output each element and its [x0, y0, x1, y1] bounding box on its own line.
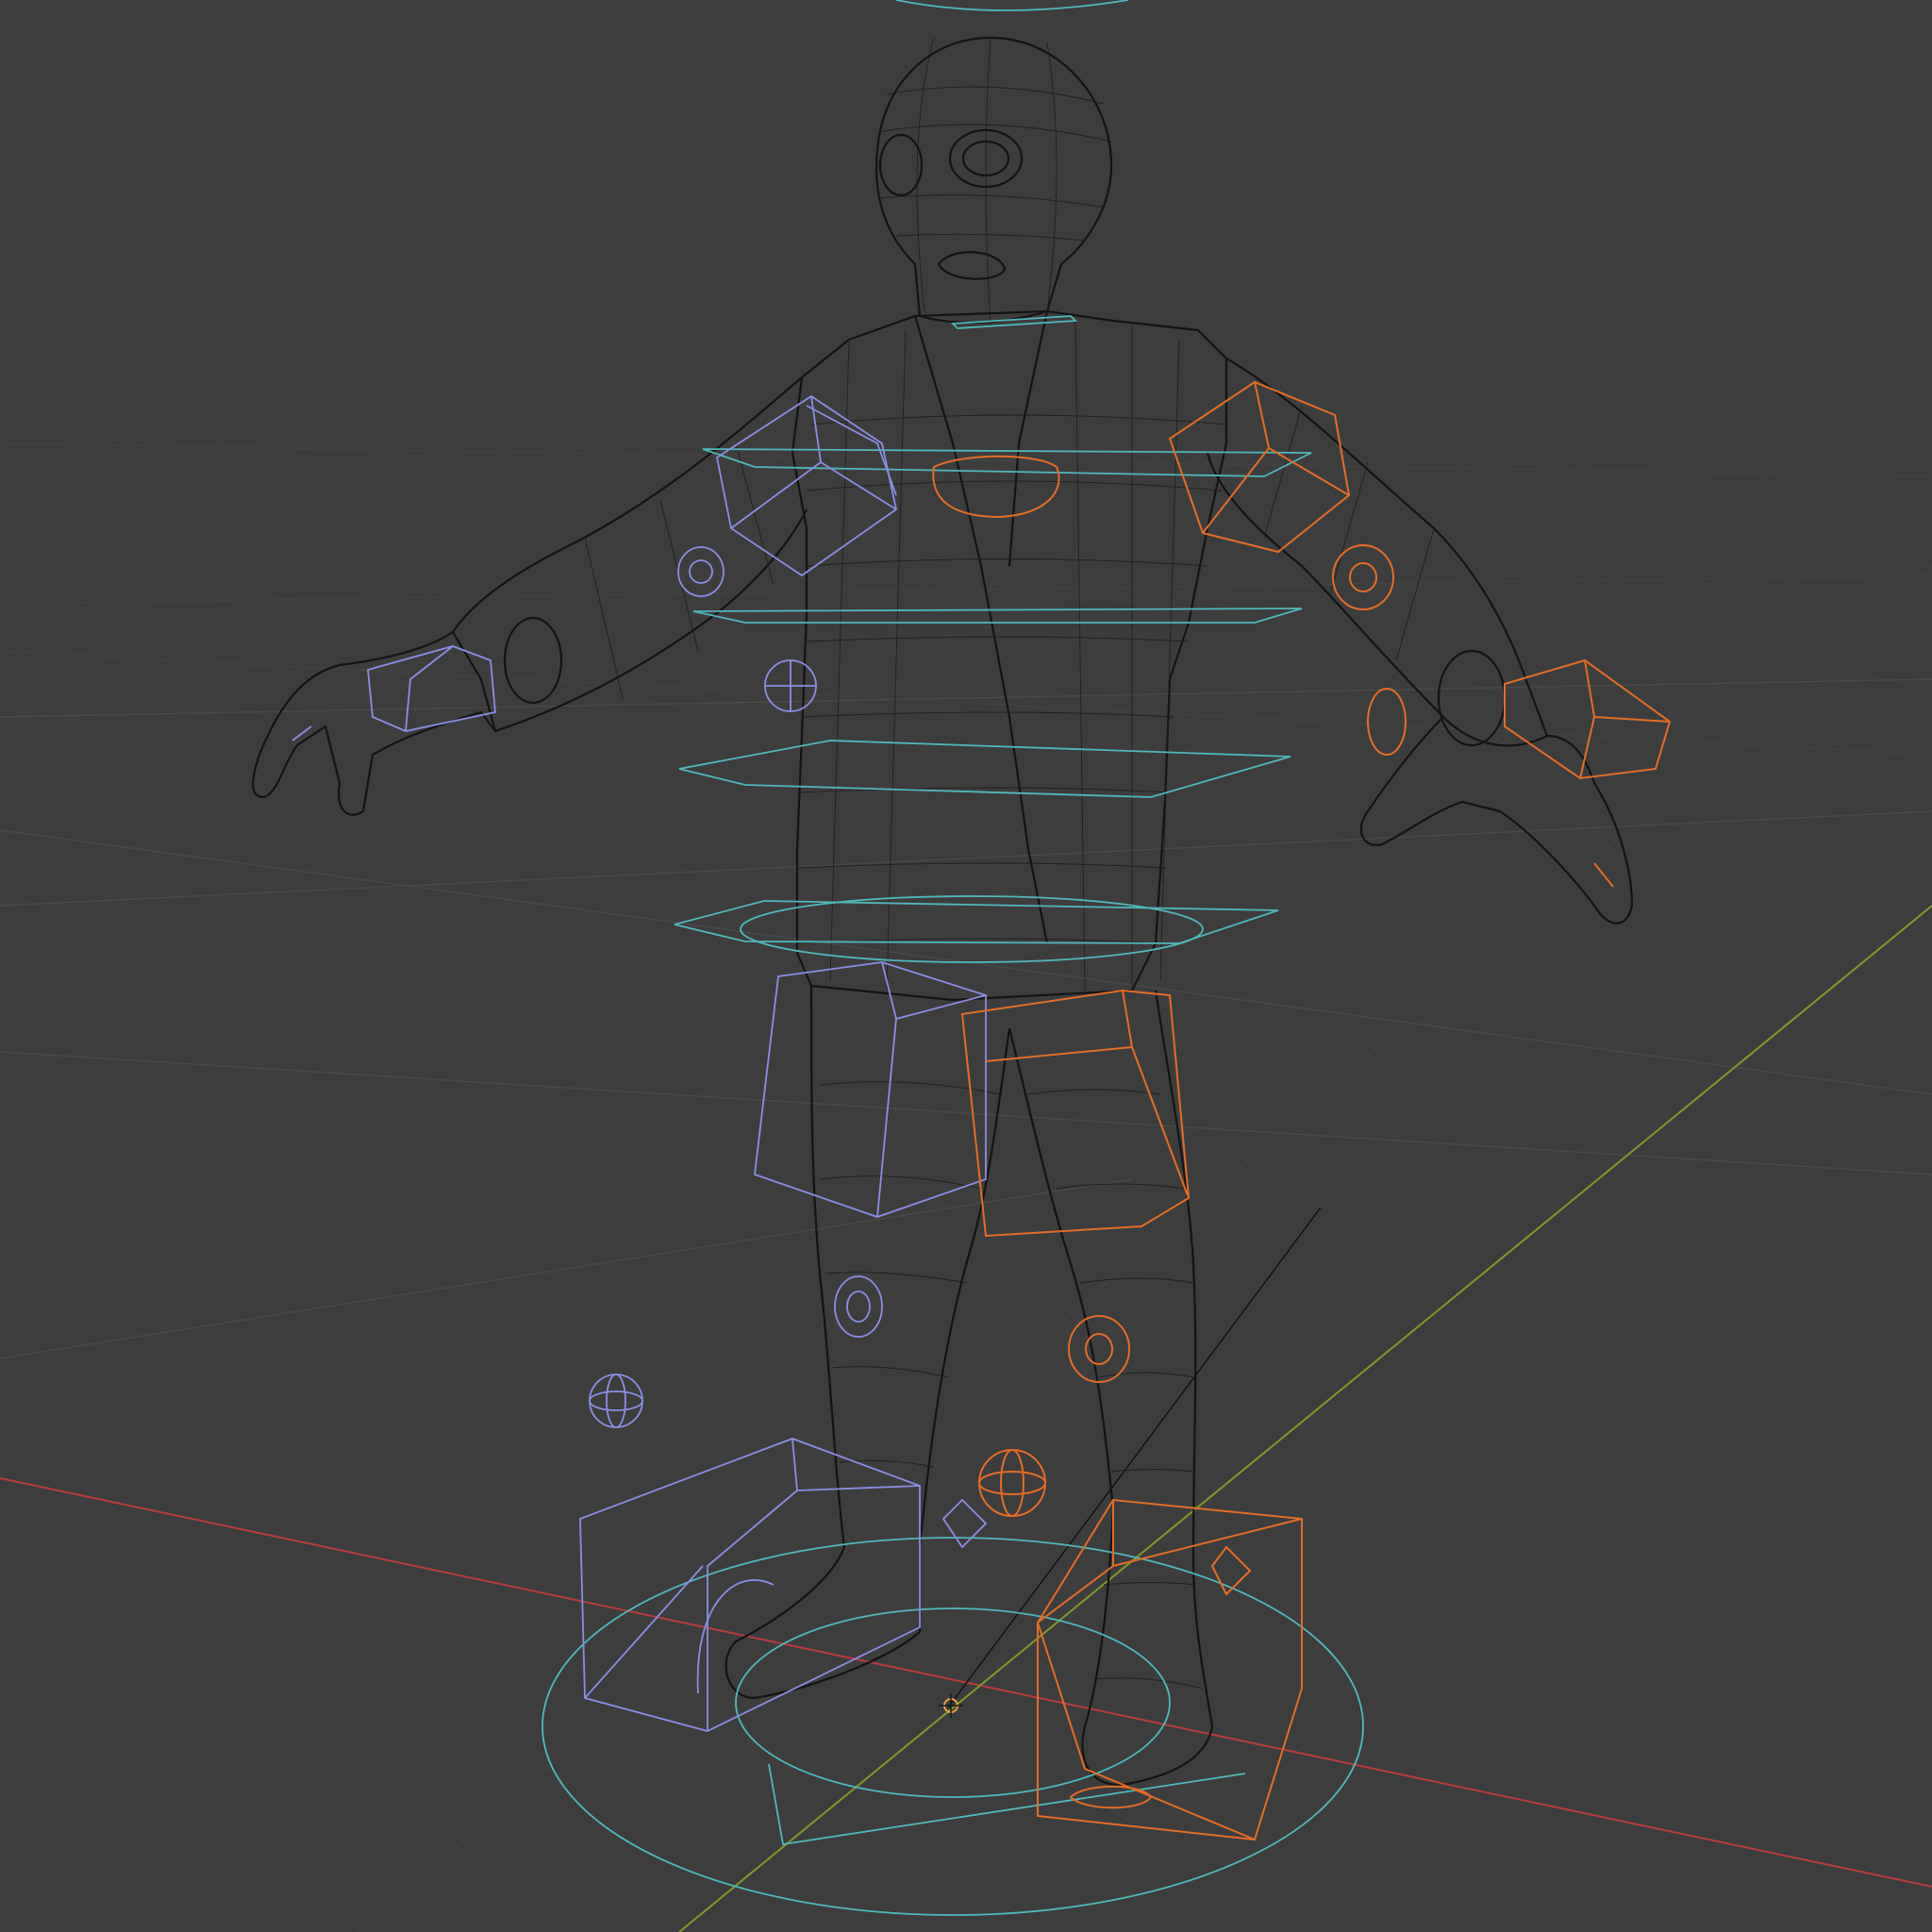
root-arrow-control[interactable]	[768, 1763, 1246, 1846]
ik-left-target-ring-v[interactable]	[606, 1374, 626, 1428]
character-mesh[interactable]	[252, 36, 1634, 1786]
hand-left	[252, 631, 496, 816]
hips-control[interactable]	[674, 900, 1279, 944]
spine-controls[interactable]	[541, 315, 1364, 1916]
ik-right-target-ring[interactable]	[978, 1471, 1046, 1495]
leg-left-outline	[724, 985, 1011, 1700]
knee-left-pole[interactable]	[834, 1275, 883, 1338]
elbow-left-pole-inner[interactable]	[689, 559, 713, 584]
eye-socket-right	[878, 133, 924, 197]
right-side-controls[interactable]	[932, 380, 1672, 1841]
torso-ring-control[interactable]	[740, 895, 1204, 963]
wrist-left	[503, 616, 563, 705]
elbow-left-pole[interactable]	[677, 546, 724, 597]
spine-upper-control[interactable]	[692, 608, 1303, 624]
knee-left-pole-inner[interactable]	[846, 1291, 871, 1323]
shoulder-right-control[interactable]	[1168, 380, 1351, 554]
floor-grid	[0, 442, 1932, 1932]
ik-right-target[interactable]	[978, 1449, 1046, 1517]
heel-left-control[interactable]	[696, 1579, 774, 1694]
knee-right-pole[interactable]	[1068, 1315, 1130, 1383]
head-top-control[interactable]	[895, 0, 1129, 11]
head-outline	[875, 36, 1113, 325]
elbow-right-pole[interactable]	[1332, 544, 1394, 610]
chest-right-control[interactable]	[932, 455, 1060, 519]
elbow-right-pole-inner[interactable]	[1349, 562, 1377, 592]
thigh-right-control[interactable]	[960, 989, 1191, 1238]
left-side-controls[interactable]	[291, 394, 988, 1732]
jacket-lapel-right	[1008, 310, 1049, 567]
ik-left-target-ring[interactable]	[589, 1391, 643, 1411]
foot-right-control[interactable]	[1037, 1498, 1303, 1841]
leg-right-outline	[1008, 990, 1214, 1786]
jacket-lapel	[913, 315, 1049, 944]
spine-mid-control[interactable]	[678, 740, 1291, 798]
hand-right	[1359, 716, 1634, 924]
knee-right-pole-inner[interactable]	[1085, 1333, 1113, 1365]
wrist-right-ring[interactable]	[1367, 688, 1407, 756]
heel-right-control[interactable]	[1069, 1785, 1153, 1809]
viewport-scene[interactable]	[0, 0, 1932, 1932]
mesh-wire-detail	[584, 37, 1435, 1690]
wrist-right-control[interactable]	[1504, 658, 1672, 780]
root-inner-circle-control[interactable]	[735, 1607, 1171, 1798]
toe-left-control[interactable]	[941, 1498, 988, 1549]
y-axis-line	[678, 905, 1932, 1932]
3d-viewport[interactable]	[0, 0, 1932, 1932]
ik-left-target[interactable]	[589, 1374, 643, 1428]
ik-right-target-ring-v[interactable]	[1000, 1449, 1024, 1517]
finger-right-control[interactable]	[1593, 862, 1614, 888]
wrist-left-control[interactable]	[367, 645, 496, 732]
origin-marker-icon[interactable]	[939, 1693, 963, 1718]
wrist-right	[1437, 649, 1507, 747]
mouth	[937, 251, 1007, 280]
root-circle-control[interactable]	[541, 1537, 1364, 1916]
neck-control[interactable]	[950, 315, 1078, 329]
foot-left-control[interactable]	[579, 1438, 921, 1732]
